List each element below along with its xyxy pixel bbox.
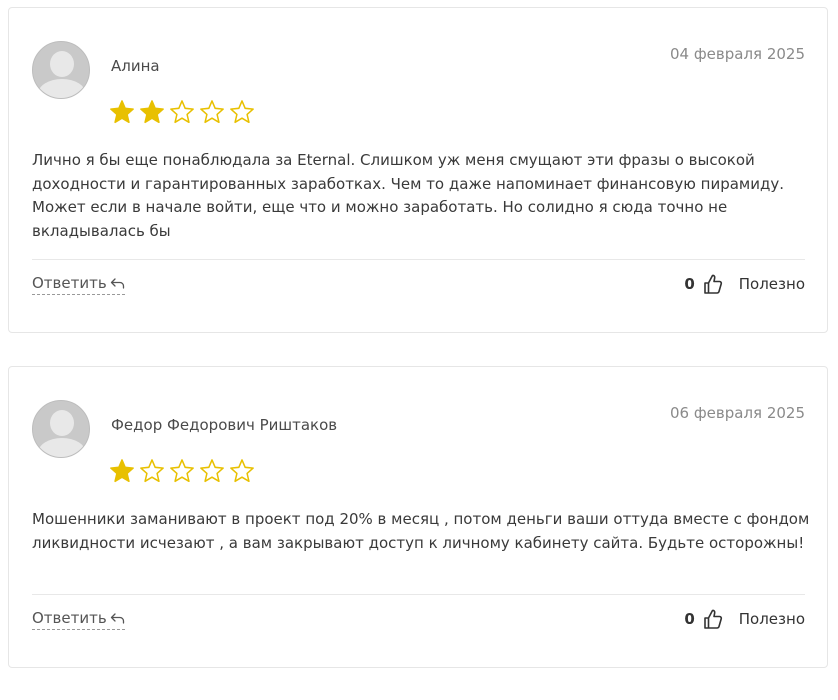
helpful-label[interactable]: Полезно xyxy=(739,610,805,628)
avatar-body xyxy=(38,438,86,457)
helpful-block: 0 Полезно xyxy=(684,608,805,630)
star-empty-icon xyxy=(139,458,165,484)
avatar xyxy=(32,41,90,99)
star-empty-icon xyxy=(229,458,255,484)
star-rating xyxy=(109,99,255,125)
avatar-head xyxy=(50,51,74,77)
avatar-head xyxy=(50,410,74,436)
star-filled-icon xyxy=(109,458,135,484)
reply-label: Ответить xyxy=(32,609,107,627)
review-text: Лично я бы еще понаблюдала за Eternal. С… xyxy=(32,151,784,240)
helpful-count: 0 xyxy=(684,275,695,293)
helpful-block: 0 Полезно xyxy=(684,273,805,295)
thumbs-up-icon[interactable] xyxy=(703,273,723,295)
avatar xyxy=(32,400,90,458)
reply-arrow-icon xyxy=(110,611,125,625)
review-date: 06 февраля 2025 xyxy=(669,404,805,422)
star-filled-icon xyxy=(139,99,165,125)
review-author: Федор Федорович Риштаков xyxy=(111,416,338,434)
divider xyxy=(32,594,805,595)
review-card: Алина 04 февраля 2025 Лично я бы еще пон… xyxy=(8,7,828,333)
reply-button[interactable]: Ответить xyxy=(32,274,125,295)
thumbs-up-icon[interactable] xyxy=(703,608,723,630)
star-filled-icon xyxy=(109,99,135,125)
review-card: Федор Федорович Риштаков 06 февраля 2025… xyxy=(8,366,828,668)
review-text: Мошенники заманивают в проект под 20% в … xyxy=(32,510,810,552)
star-empty-icon xyxy=(229,99,255,125)
review-author: Алина xyxy=(111,57,160,75)
star-empty-icon xyxy=(169,458,195,484)
review-date: 04 февраля 2025 xyxy=(669,45,805,63)
helpful-label[interactable]: Полезно xyxy=(739,275,805,293)
star-empty-icon xyxy=(199,99,225,125)
star-rating xyxy=(109,458,255,484)
star-empty-icon xyxy=(169,99,195,125)
reply-arrow-icon xyxy=(110,276,125,290)
reply-label: Ответить xyxy=(32,274,107,292)
avatar-body xyxy=(38,79,86,98)
helpful-count: 0 xyxy=(684,610,695,628)
reply-button[interactable]: Ответить xyxy=(32,609,125,630)
star-empty-icon xyxy=(199,458,225,484)
divider xyxy=(32,259,805,260)
